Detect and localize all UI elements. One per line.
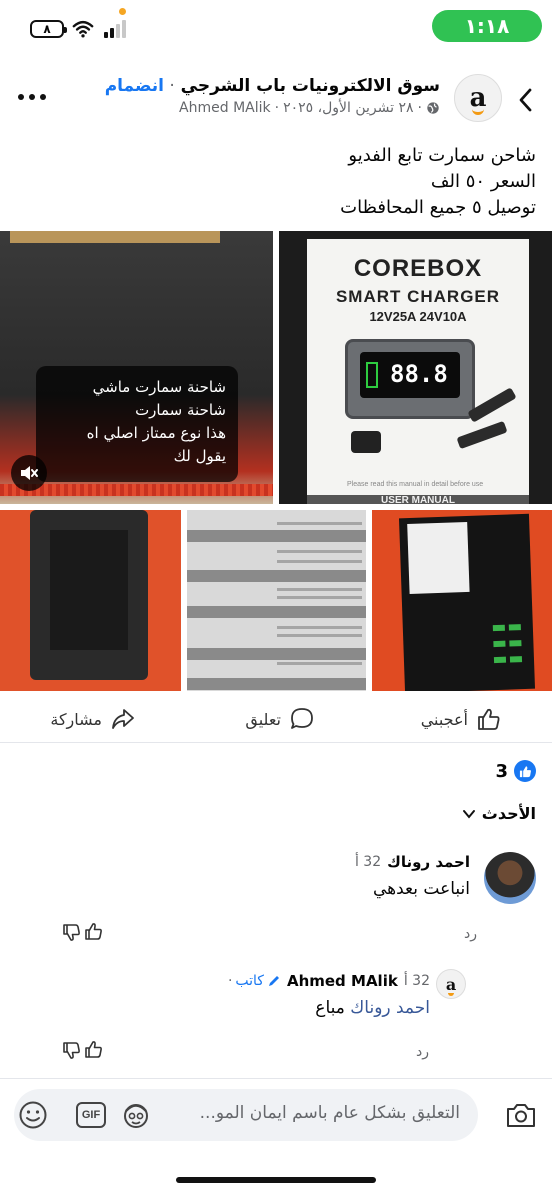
post-text-line: السعر ٥٠ الف (430, 171, 536, 192)
display-digits: 88.8 (390, 360, 448, 388)
product-manual-photo[interactable]: COREBOX SMART CHARGER 12V25A 24V10A 88.8… (279, 231, 552, 504)
status-bar: ٨ ١:١٨ (0, 0, 552, 56)
overlay-line: شاحنة سمارت ماشي (92, 378, 226, 396)
status-time[interactable]: ١:١٨ (432, 10, 542, 42)
post-header-text: سوق الالكترونيات باب الشرجي · انضمام · ٢… (104, 76, 440, 116)
more-options-icon[interactable] (18, 94, 46, 102)
battery-level: ٨ (43, 22, 51, 36)
commenter-avatar[interactable] (484, 852, 536, 904)
comment-time: 32 أ (403, 973, 430, 989)
product-spec: 12V25A 24V10A (369, 309, 467, 324)
comment-text: احمد روناك مباع (315, 998, 430, 1018)
manual-note: Please read this manual in detail before… (347, 481, 484, 488)
comment-input-placeholder: التعليق بشكل عام باسم ايمان المو... (199, 1103, 460, 1123)
gif-button[interactable]: GIF (76, 1102, 106, 1128)
manual-label: USER MANUAL (381, 495, 455, 504)
video-caption-overlay: شاحنة سمارت ماشي شاحنة سمارت هذا نوع ممت… (36, 366, 238, 482)
author-badge: كاتب · (228, 973, 281, 989)
reply-button[interactable]: رد (416, 1044, 429, 1060)
overlay-line: يقول لك (173, 447, 226, 465)
comment-text-body: مباع (315, 998, 345, 1018)
comment-label: تعليق (245, 709, 281, 729)
divider (0, 1078, 552, 1079)
product-brand: COREBOX (353, 255, 483, 282)
mute-toggle[interactable] (11, 455, 47, 491)
thumbs-up-icon[interactable] (84, 1040, 104, 1060)
post-date[interactable]: ٢٨ تشرين الأول، ٢٠٢٥ (283, 100, 413, 116)
page-avatar[interactable]: a (454, 74, 502, 122)
post-actions: أعجبني تعليق مشاركة (0, 700, 552, 740)
amazon-logo-icon: a (469, 83, 487, 115)
home-indicator[interactable] (176, 1177, 376, 1183)
chevron-down-icon (462, 809, 475, 819)
join-button[interactable]: انضمام (105, 76, 164, 96)
post-author[interactable]: Ahmed MAlik (179, 100, 271, 116)
page-name-link[interactable]: سوق الالكترونيات باب الشرجي (181, 76, 440, 96)
post-text-line: توصيل ٥ جميع المحافظات (340, 197, 536, 218)
comment-reactions (62, 1040, 104, 1060)
overlay-line: شاحنة سمارت (135, 401, 226, 419)
divider (0, 742, 552, 743)
post-text-line: شاحن سمارت تابع الفديو (348, 145, 536, 166)
speaker-muted-icon (21, 466, 38, 480)
commenter-name[interactable]: Ahmed MAlik (287, 972, 398, 990)
commenter-name[interactable]: احمد روناك (387, 853, 470, 871)
comment-sort-dropdown[interactable]: الأحدث (462, 804, 536, 823)
share-arrow-icon (112, 709, 134, 729)
plug-image (351, 431, 381, 453)
manual-table-photo[interactable] (187, 510, 366, 691)
thumbs-down-icon[interactable] (62, 922, 82, 942)
charger-device-image: 88.8 (345, 339, 475, 419)
battery-indicator (366, 362, 378, 388)
product-title: SMART CHARGER (335, 287, 501, 306)
battery-icon: ٨ (30, 20, 67, 38)
mention-link[interactable]: احمد روناك (350, 998, 430, 1018)
like-reaction-icon (514, 760, 536, 782)
reaction-summary[interactable]: 3 (495, 760, 536, 782)
author-avatar[interactable]: a (436, 969, 466, 999)
charger-label-photo[interactable] (372, 510, 552, 691)
privacy-indicator-dot (119, 8, 126, 15)
sort-label: الأحدث (481, 804, 536, 823)
author-badge-label: كاتب (235, 973, 264, 989)
post-header: a سوق الالكترونيات باب الشرجي · انضمام ·… (0, 68, 552, 128)
amazon-logo-icon: a (445, 974, 457, 996)
comment-bubble-icon (291, 708, 313, 729)
thumbs-up-icon (478, 708, 500, 730)
camera-icon[interactable] (504, 1099, 538, 1131)
thumbs-down-icon[interactable] (62, 1040, 82, 1060)
emoji-icon[interactable] (18, 1100, 48, 1130)
like-button[interactable]: أعجبني (421, 706, 502, 732)
share-button[interactable]: مشاركة (50, 706, 136, 732)
reply-button[interactable]: رد (464, 926, 477, 942)
avatar-sticker-icon[interactable] (120, 1100, 152, 1130)
reaction-count: 3 (495, 760, 508, 782)
post-text: شاحن سمارت تابع الفديو السعر ٥٠ الف توصي… (340, 143, 536, 221)
share-label: مشاركة (50, 709, 102, 729)
pencil-icon (268, 976, 279, 986)
globe-icon (427, 102, 439, 114)
like-label: أعجبني (420, 709, 468, 729)
clamp-image (456, 420, 508, 450)
comment-header: احمد روناك 32 أ (355, 853, 470, 871)
comment-button[interactable]: تعليق (245, 706, 315, 732)
comment-reactions (62, 922, 104, 942)
comment-text: انباعت بعدهي (373, 879, 470, 899)
thumbs-up-icon[interactable] (84, 922, 104, 942)
overlay-line: هذا نوع ممتاز اصلي اه (86, 424, 226, 442)
comment-header: 32 أ Ahmed MAlik كاتب · (228, 972, 430, 990)
charger-front-photo[interactable] (0, 510, 181, 691)
wifi-icon (72, 20, 94, 38)
comment-time: 32 أ (354, 854, 382, 870)
cellular-signal-icon (104, 20, 128, 38)
back-chevron-icon[interactable] (514, 86, 538, 114)
